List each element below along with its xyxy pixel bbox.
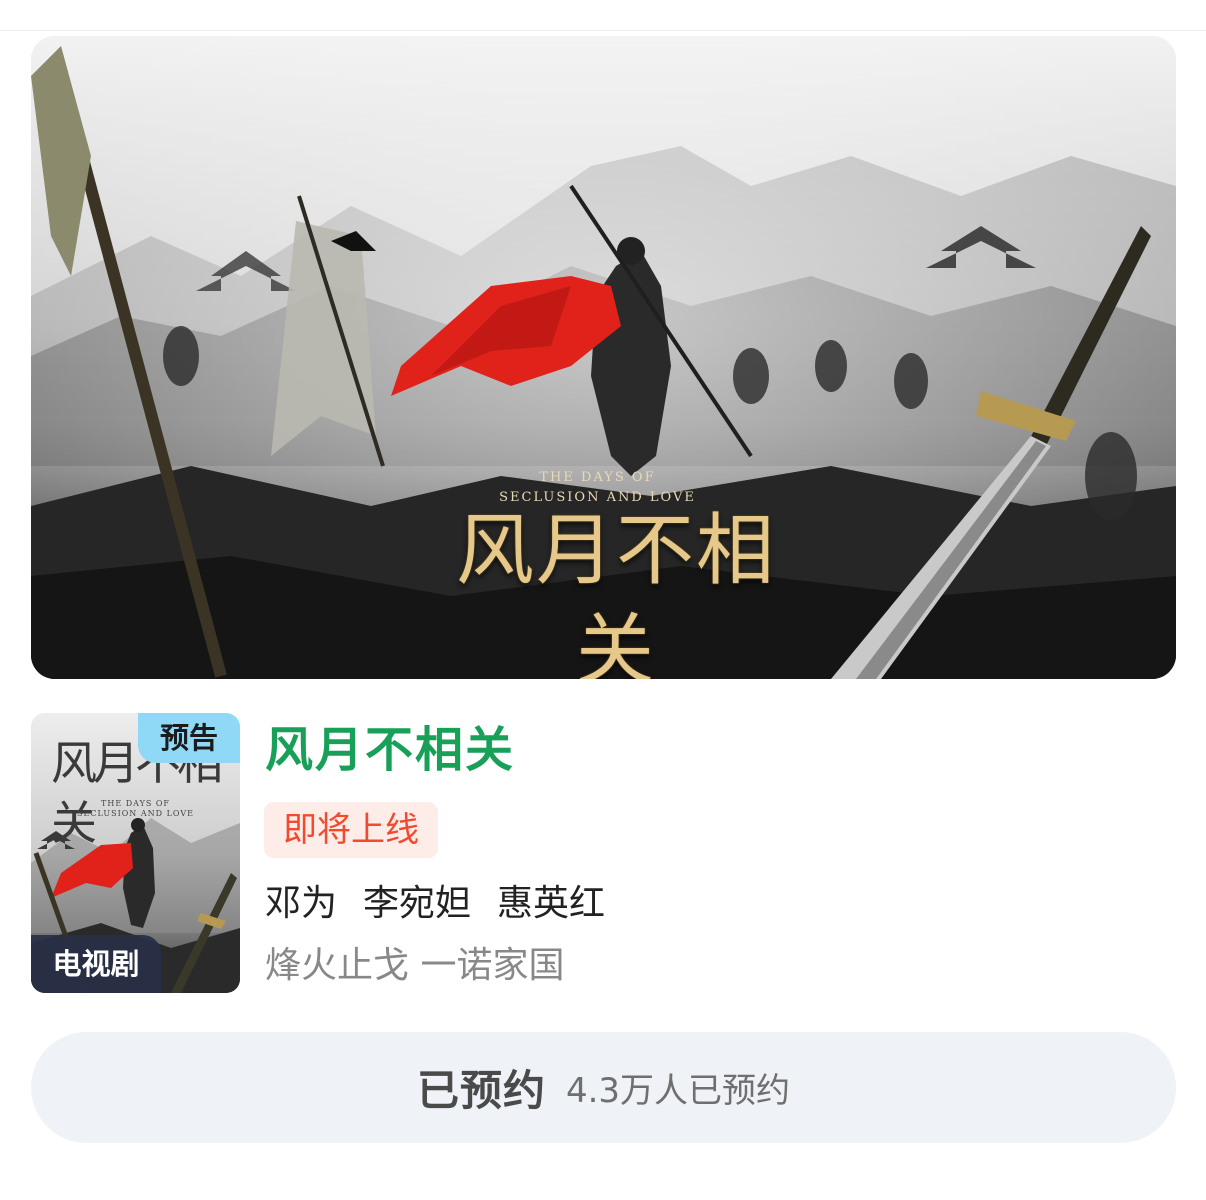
reservation-count: 4.3万人已预约 <box>565 1071 791 1111</box>
tv-series-badge: 电视剧 <box>31 935 161 993</box>
cast-member[interactable]: 李宛妲 <box>363 879 471 929</box>
show-title[interactable]: 风月不相关 <box>265 718 515 782</box>
tagline: 烽火止戈 一诺家国 <box>265 945 565 986</box>
poster-subtitle-line2: SECLUSION AND LOVE <box>77 809 194 818</box>
reserved-label: 已预约 <box>416 1066 546 1115</box>
banner-title-art: 风月不相关 <box>455 506 776 679</box>
reserved-button[interactable]: 已预约 4.3万人已预约 <box>31 1032 1176 1143</box>
banner-image[interactable]: THE DAYS OF SECLUSION AND LOVE 风月不相关 <box>31 36 1176 679</box>
poster-subtitle-line1: THE DAYS OF <box>101 799 170 808</box>
top-divider <box>0 30 1206 31</box>
poster-thumbnail[interactable]: 风月不相关 THE DAYS OF SECLUSION AND LOVE 预告 … <box>31 713 240 993</box>
status-tag: 即将上线 <box>264 802 438 858</box>
cast-list: 邓为 李宛妲 惠英红 <box>265 879 605 929</box>
cast-member[interactable]: 惠英红 <box>497 879 605 929</box>
trailer-badge: 预告 <box>138 713 240 763</box>
banner-subtitle-line1: THE DAYS OF <box>539 470 656 485</box>
cast-member[interactable]: 邓为 <box>265 879 337 929</box>
